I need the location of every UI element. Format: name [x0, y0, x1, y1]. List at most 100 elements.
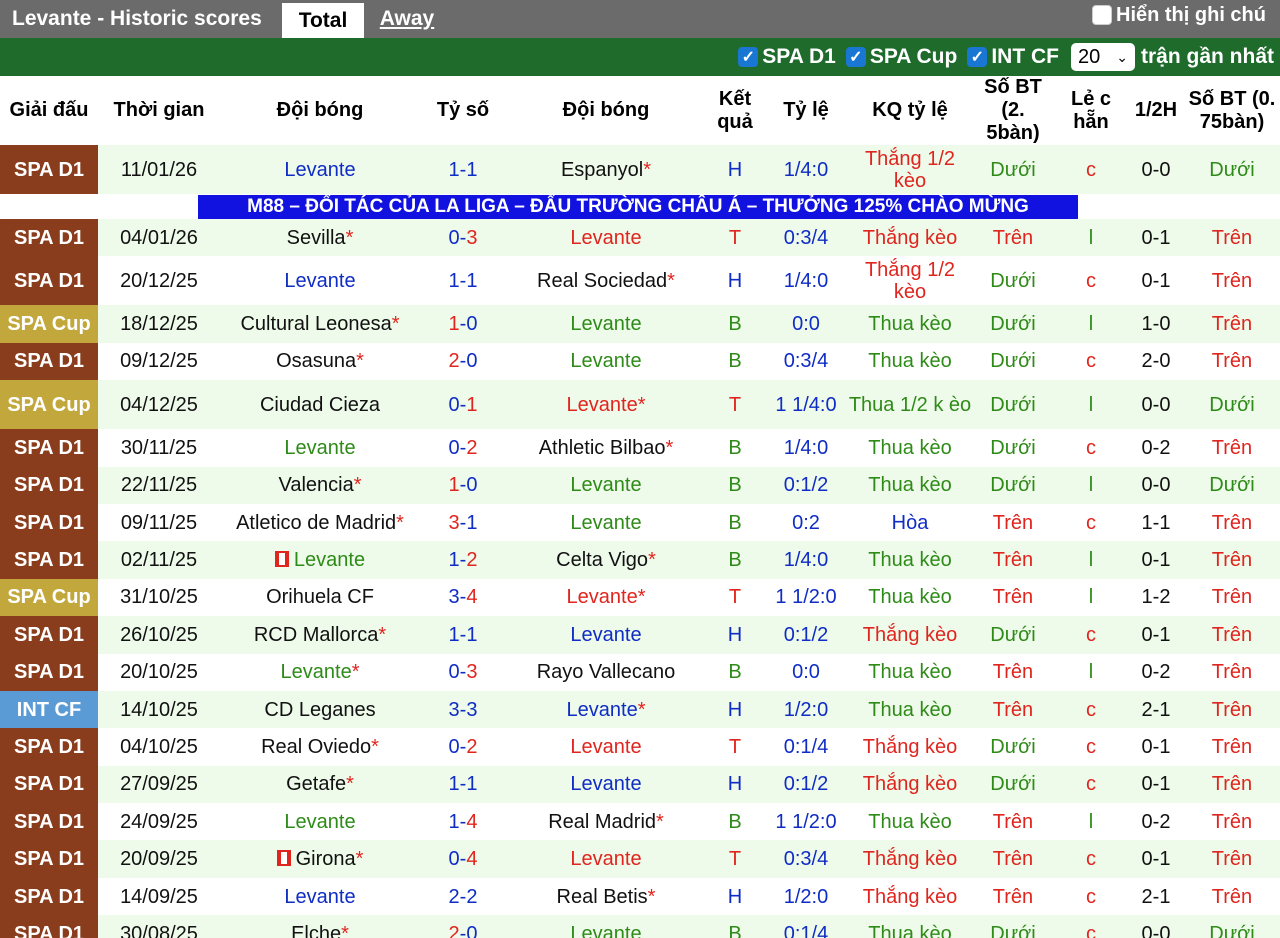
- table-row[interactable]: SPA D1 27/09/25 Getafe* 1-1 Levante H 0:1/2 Thắ…: [0, 765, 1280, 804]
- home-team[interactable]: Osasuna*: [220, 342, 420, 381]
- home-team[interactable]: Levante: [220, 145, 420, 194]
- match-score[interactable]: 1-4: [420, 803, 506, 841]
- table-row[interactable]: SPA D1 04/10/25 Real Oviedo* 0-2 Levante T 0:1…: [0, 728, 1280, 766]
- table-row[interactable]: SPA D1 20/09/25 Girona* 0-4 Levante T 0:3/4 Thắ…: [0, 840, 1280, 878]
- ad-banner[interactable]: M88 – ĐỐI TÁC CỦA LA LIGA – ĐẤU TRƯỜNG C…: [198, 194, 1078, 219]
- column-header[interactable]: Thời gian: [98, 76, 220, 145]
- away-team[interactable]: Levante: [506, 503, 706, 542]
- column-header[interactable]: Đội bóng: [506, 76, 706, 145]
- home-team[interactable]: CD Leganes: [220, 690, 420, 729]
- match-score[interactable]: 3-1: [420, 503, 506, 542]
- home-team[interactable]: Levante: [220, 803, 420, 841]
- match-score[interactable]: 0-4: [420, 840, 506, 878]
- home-team[interactable]: RCD Mallorca*: [220, 616, 420, 654]
- table-row[interactable]: SPA D1 20/12/25 Levante 1-1 Real Sociedad* H 1…: [0, 256, 1280, 306]
- home-team[interactable]: Levante*: [220, 653, 420, 691]
- away-team[interactable]: Espanyol*: [506, 145, 706, 194]
- match-score[interactable]: 2-0: [420, 915, 506, 938]
- table-row[interactable]: INT CF 14/10/25 CD Leganes 3-3 Levante* H 1/2:…: [0, 690, 1280, 729]
- away-team[interactable]: Levante: [506, 305, 706, 343]
- match-score[interactable]: 1-1: [420, 616, 506, 654]
- match-score[interactable]: 0-2: [420, 728, 506, 766]
- tab-total[interactable]: Total: [282, 0, 364, 38]
- match-score[interactable]: 0-2: [420, 429, 506, 467]
- column-header[interactable]: Số BT (2. 5bàn): [972, 76, 1054, 145]
- table-row[interactable]: SPA D1 09/12/25 Osasuna* 2-0 Levante B 0:3/4 Th…: [0, 342, 1280, 381]
- match-score[interactable]: 1-0: [420, 466, 506, 504]
- table-row[interactable]: SPA D1 30/08/25 Elche* 2-0 Levante B 0:1/4 Thua…: [0, 915, 1280, 938]
- match-score[interactable]: 0-3: [420, 219, 506, 257]
- table-row[interactable]: SPA D1 20/10/25 Levante* 0-3 Rayo Vallecano B…: [0, 653, 1280, 691]
- match-score[interactable]: 0-3: [420, 653, 506, 691]
- match-score[interactable]: 1-1: [420, 256, 506, 306]
- checkmark-icon[interactable]: ✓: [738, 47, 759, 67]
- checkbox-icon[interactable]: [1092, 5, 1112, 25]
- match-score[interactable]: 0-1: [420, 380, 506, 430]
- away-team[interactable]: Real Madrid*: [506, 803, 706, 841]
- table-row[interactable]: SPA D1 11/01/26 Levante 1-1 Espanyol* H 1/4:0 T…: [0, 145, 1280, 194]
- table-row[interactable]: SPA D1 26/10/25 RCD Mallorca* 1-1 Levante H 0:…: [0, 616, 1280, 654]
- home-team[interactable]: Levante: [220, 541, 420, 579]
- column-header[interactable]: Tỷ số: [420, 76, 506, 145]
- away-team[interactable]: Athletic Bilbao*: [506, 429, 706, 467]
- table-row[interactable]: SPA Cup 31/10/25 Orihuela CF 3-4 Levante* T 1 …: [0, 578, 1280, 617]
- home-team[interactable]: Elche*: [220, 915, 420, 938]
- match-count-select[interactable]: 20 ⌄: [1070, 43, 1135, 71]
- column-header[interactable]: Lẻ c hẵn: [1054, 76, 1128, 145]
- column-header[interactable]: Đội bóng: [220, 76, 420, 145]
- away-team[interactable]: Levante*: [506, 578, 706, 617]
- match-score[interactable]: 1-0: [420, 305, 506, 343]
- home-team[interactable]: Orihuela CF: [220, 578, 420, 617]
- away-team[interactable]: Levante: [506, 342, 706, 381]
- away-team[interactable]: Levante: [506, 466, 706, 504]
- match-score[interactable]: 1-1: [420, 145, 506, 194]
- table-row[interactable]: SPA D1 02/11/25 Levante 1-2 Celta Vigo* B 1/4:…: [0, 541, 1280, 579]
- column-header[interactable]: Giải đấu: [0, 76, 98, 145]
- home-team[interactable]: Real Oviedo*: [220, 728, 420, 766]
- match-score[interactable]: 1-1: [420, 765, 506, 804]
- filter-spa-d1[interactable]: ✓ SPA D1: [738, 45, 836, 69]
- away-team[interactable]: Celta Vigo*: [506, 541, 706, 579]
- away-team[interactable]: Levante: [506, 616, 706, 654]
- checkmark-icon[interactable]: ✓: [845, 47, 866, 67]
- home-team[interactable]: Cultural Leonesa*: [220, 305, 420, 343]
- away-team[interactable]: Real Sociedad*: [506, 256, 706, 306]
- column-header[interactable]: 1/2H: [1128, 76, 1184, 145]
- column-header[interactable]: Số BT (0. 75bàn): [1184, 76, 1280, 145]
- column-header[interactable]: KQ tỷ lệ: [848, 76, 972, 145]
- home-team[interactable]: Sevilla*: [220, 219, 420, 257]
- away-team[interactable]: Levante*: [506, 380, 706, 430]
- away-team[interactable]: Levante: [506, 728, 706, 766]
- home-team[interactable]: Atletico de Madrid*: [220, 503, 420, 542]
- match-score[interactable]: 3-4: [420, 578, 506, 617]
- filter-int-cf[interactable]: ✓ INT CF: [967, 45, 1059, 69]
- home-team[interactable]: Levante: [220, 429, 420, 467]
- tab-away[interactable]: Away: [364, 0, 450, 38]
- column-header[interactable]: Kết quả: [706, 76, 764, 145]
- table-row[interactable]: SPA D1 24/09/25 Levante 1-4 Real Madrid* B 1 1…: [0, 803, 1280, 841]
- away-team[interactable]: Levante: [506, 765, 706, 804]
- column-header[interactable]: Tỷ lệ: [764, 76, 848, 145]
- table-row[interactable]: SPA D1 04/01/26 Sevilla* 0-3 Levante T 0:3/4 Th…: [0, 219, 1280, 257]
- away-team[interactable]: Levante: [506, 840, 706, 878]
- match-score[interactable]: 2-2: [420, 877, 506, 916]
- match-score[interactable]: 3-3: [420, 690, 506, 729]
- home-team[interactable]: Valencia*: [220, 466, 420, 504]
- checkmark-icon[interactable]: ✓: [967, 47, 988, 67]
- table-row[interactable]: SPA D1 22/11/25 Valencia* 1-0 Levante B 0:1/2 T…: [0, 466, 1280, 504]
- home-team[interactable]: Levante: [220, 877, 420, 916]
- home-team[interactable]: Levante: [220, 256, 420, 306]
- away-team[interactable]: Levante*: [506, 690, 706, 729]
- home-team[interactable]: Getafe*: [220, 765, 420, 804]
- table-row[interactable]: SPA D1 14/09/25 Levante 2-2 Real Betis* H 1/2:…: [0, 877, 1280, 916]
- filter-spa-cup[interactable]: ✓ SPA Cup: [845, 45, 957, 69]
- match-score[interactable]: 1-2: [420, 541, 506, 579]
- away-team[interactable]: Levante: [506, 219, 706, 257]
- away-team[interactable]: Rayo Vallecano: [506, 653, 706, 691]
- home-team[interactable]: Ciudad Cieza: [220, 380, 420, 430]
- away-team[interactable]: Real Betis*: [506, 877, 706, 916]
- table-row[interactable]: SPA D1 30/11/25 Levante 0-2 Athletic Bilbao*…: [0, 429, 1280, 467]
- table-row[interactable]: SPA D1 09/11/25 Atletico de Madrid* 3-1 Leva…: [0, 503, 1280, 542]
- table-row[interactable]: SPA Cup 18/12/25 Cultural Leonesa* 1-0 Levan…: [0, 305, 1280, 343]
- match-score[interactable]: 2-0: [420, 342, 506, 381]
